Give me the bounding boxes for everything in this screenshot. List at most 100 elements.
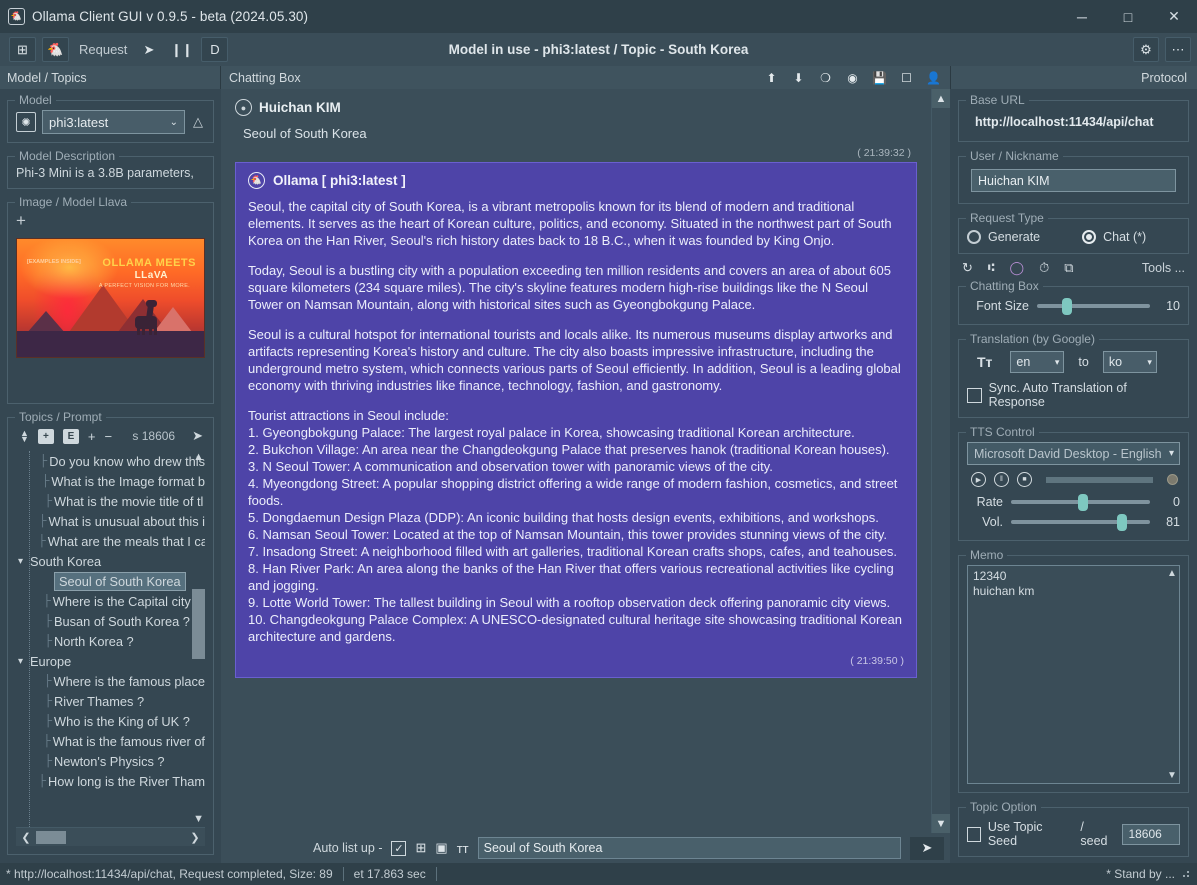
list-item[interactable]: ├ How long is the River Tham — [16, 771, 205, 791]
assistant-paragraph: Today, Seoul is a bustling city with a p… — [248, 263, 891, 312]
scroll-left-icon[interactable]: ❮ — [16, 831, 36, 844]
translate-from-select[interactable]: en ▾ — [1010, 351, 1065, 373]
grid-view-icon[interactable]: ⊞ — [9, 37, 36, 62]
memo-scrollbar[interactable]: ▲ ▼ — [1165, 566, 1179, 783]
chat-scroll-up-icon[interactable]: ▲ — [932, 89, 950, 108]
list-item-selected[interactable]: ├Seoul of South Korea — [16, 571, 205, 591]
clear-circle-icon[interactable]: ❍ — [819, 71, 832, 85]
prompt-input[interactable]: Seoul of South Korea — [477, 837, 901, 859]
list-item[interactable]: ├ Do you know who drew this — [16, 451, 205, 471]
model-select[interactable]: phi3:latest ⌄ — [42, 110, 185, 134]
list-item[interactable]: ├ Busan of South Korea ? — [16, 611, 205, 631]
list-item[interactable]: ├ What is unusual about this i — [16, 511, 205, 531]
timer-icon[interactable]: ⏱ — [1039, 260, 1049, 276]
send-request-icon[interactable]: ➤ — [135, 37, 162, 62]
add-group-icon[interactable]: + — [37, 428, 54, 444]
pause-icon[interactable]: ❙❙ — [168, 37, 195, 62]
slider-knob[interactable] — [1077, 494, 1088, 511]
debug-icon[interactable]: D — [201, 37, 229, 62]
tree-vertical-scrollbar[interactable] — [192, 589, 205, 659]
tts-play-icon[interactable]: ▶ — [971, 472, 986, 487]
hscroll-track[interactable] — [66, 831, 185, 844]
tts-rate-slider[interactable] — [1011, 494, 1150, 511]
send-prompt-button[interactable]: ➤ — [910, 836, 944, 860]
font-size-value: 10 — [1166, 299, 1180, 313]
memo-scroll-down-icon[interactable]: ▼ — [1165, 770, 1179, 781]
list-item[interactable]: ├ What is the Image format b — [16, 471, 205, 491]
minimize-button[interactable]: ─ — [1059, 0, 1105, 33]
header-model-topics: Model / Topics — [0, 66, 221, 89]
translate-to-select[interactable]: ko ▾ — [1102, 351, 1157, 373]
tree-scroll-up-icon[interactable]: ▲ — [193, 451, 204, 463]
sync-translation-checkbox[interactable] — [967, 387, 982, 403]
speak-icon[interactable]: 👤 — [926, 71, 941, 85]
tts-pause-icon[interactable]: ‖ — [994, 472, 1009, 487]
memo-textarea[interactable]: 12340 huichan km ▲ ▼ — [967, 565, 1180, 784]
resize-grip-icon[interactable] — [1181, 869, 1191, 879]
llama-head-icon[interactable]: 🐔 — [42, 37, 69, 62]
chat-scroll-down-icon[interactable]: ▼ — [932, 814, 950, 833]
nickname-input[interactable]: Huichan KIM — [971, 169, 1176, 192]
chat-scroll-track[interactable] — [932, 108, 950, 814]
attach-image-icon[interactable]: ▣ — [435, 840, 447, 856]
tts-vol-slider[interactable] — [1011, 514, 1150, 531]
tree-scroll-down-icon[interactable]: ▼ — [193, 813, 204, 825]
auto-list-up-checkbox[interactable]: ✓ — [391, 840, 407, 856]
use-topic-seed-checkbox[interactable] — [967, 826, 981, 842]
image-llava-group: Image / Model Llava + [EXAMPLES INSIDE] … — [7, 195, 214, 404]
circle-icon[interactable]: ◯ — [1010, 260, 1025, 276]
seed-input[interactable]: 18606 — [1122, 823, 1180, 845]
add-topic-icon[interactable]: + — [88, 429, 96, 444]
list-item[interactable]: ├ What is the movie title of tl — [16, 491, 205, 511]
list-item[interactable]: ├ Newton's Physics ? — [16, 751, 205, 771]
slider-knob[interactable] — [1116, 514, 1127, 531]
add-prompt-icon[interactable]: ⊞ — [415, 840, 426, 856]
list-item[interactable]: ├ Who is the King of UK ? — [16, 711, 205, 731]
tree-group-europe[interactable]: ▾ Europe — [16, 651, 205, 671]
tree-horizontal-scrollbar[interactable]: ❮ ❯ — [16, 827, 205, 846]
upload-icon[interactable]: ⬆ — [765, 71, 778, 85]
scroll-right-icon[interactable]: ❯ — [185, 831, 205, 844]
chat-vertical-scrollbar[interactable]: ▲ ▼ — [931, 89, 950, 833]
model-up-icon[interactable]: △ — [191, 114, 205, 130]
remove-topic-icon[interactable]: − — [105, 429, 113, 444]
gear-icon[interactable]: ⚙ — [1133, 37, 1159, 62]
edit-icon[interactable]: E — [62, 428, 79, 444]
hscroll-thumb[interactable] — [36, 830, 66, 844]
radio-generate[interactable] — [967, 230, 981, 244]
refresh-icon[interactable]: ↻ — [962, 260, 973, 276]
list-item[interactable]: ├ North Korea ? — [16, 631, 205, 651]
list-item[interactable]: ├ River Thames ? — [16, 691, 205, 711]
list-item[interactable]: ├ What is the famous river of — [16, 731, 205, 751]
list-item[interactable]: ├ Where is the Capital city of — [16, 591, 205, 611]
topics-tree[interactable]: ├ Do you know who drew this ├ What is the … — [16, 449, 205, 827]
add-image-button[interactable]: + — [16, 212, 205, 229]
close-button[interactable]: ✕ — [1151, 0, 1197, 33]
model-refresh-icon[interactable]: ✺ — [16, 112, 36, 132]
copy-circle-icon[interactable]: ◉ — [846, 71, 859, 85]
tts-vol-row: Vol. 81 — [967, 512, 1180, 532]
maximize-button[interactable]: □ — [1105, 0, 1151, 33]
memo-scroll-up-icon[interactable]: ▲ — [1165, 568, 1179, 579]
tools-label[interactable]: Tools ... — [1142, 261, 1185, 275]
font-size-icon[interactable]: ᴛт — [457, 841, 469, 856]
download-icon[interactable]: ⬇ — [792, 71, 805, 85]
topics-send-icon[interactable]: ➤ — [192, 428, 203, 444]
save-icon[interactable]: 💾 — [872, 71, 887, 85]
camera-icon[interactable]: ⧉ — [1064, 260, 1073, 276]
tts-stop-icon[interactable]: ■ — [1017, 472, 1032, 487]
more-icon[interactable]: ⋯ — [1165, 37, 1191, 62]
slider-knob[interactable] — [1061, 298, 1072, 315]
font-size-slider[interactable] — [1037, 298, 1150, 315]
base-url-group: Base URL http://localhost:11434/api/chat — [958, 93, 1189, 142]
tree-group-south-korea[interactable]: ▾ South Korea — [16, 551, 205, 571]
list-item[interactable]: ├ What are the meals that I ca — [16, 531, 205, 551]
sort-icon[interactable]: ▲ ▼ — [20, 429, 29, 444]
grid-icon[interactable]: ⑆ — [988, 262, 995, 274]
stop-icon[interactable]: ☐ — [900, 71, 913, 85]
radio-chat[interactable] — [1082, 230, 1097, 244]
tts-voice-select[interactable]: Microsoft David Desktop - English ▾ — [967, 442, 1180, 465]
tts-legend: TTS Control — [966, 425, 1039, 439]
model-description-group: Model Description Phi-3 Mini is a 3.8B p… — [7, 149, 214, 189]
list-item[interactable]: ├ Where is the famous place — [16, 671, 205, 691]
